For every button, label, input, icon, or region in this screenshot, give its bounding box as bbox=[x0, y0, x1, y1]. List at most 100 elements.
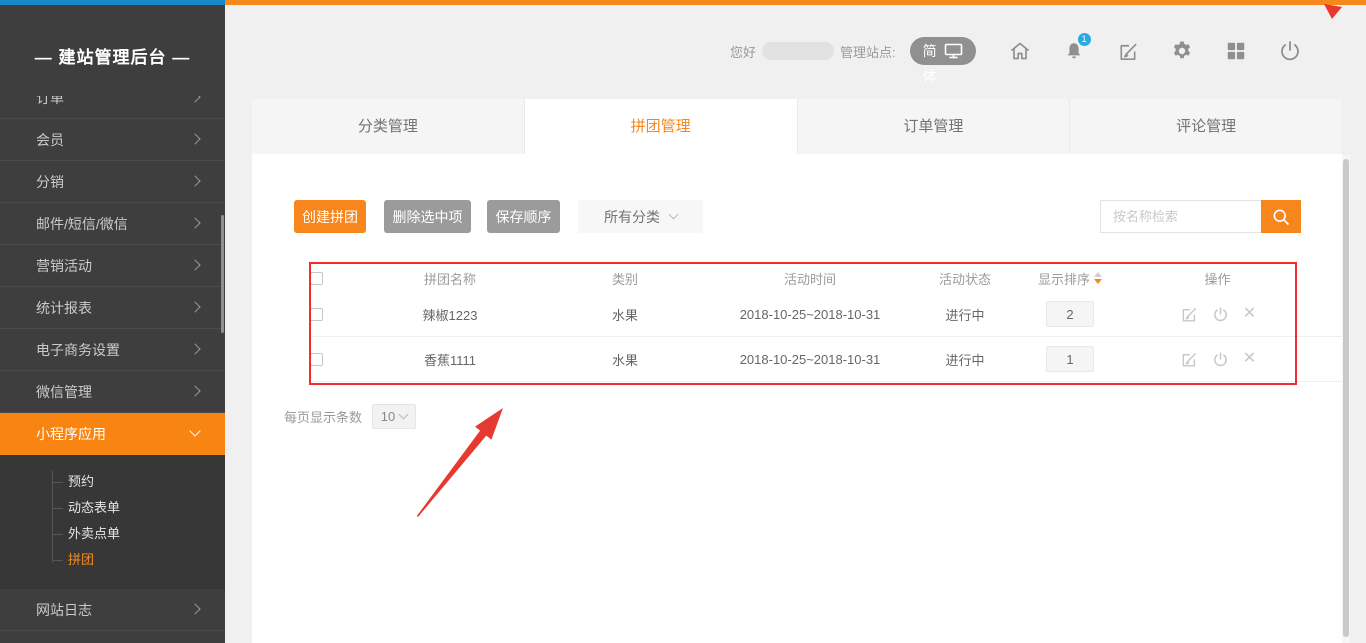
disable-power-icon[interactable] bbox=[1212, 306, 1229, 323]
sidebar-item-ecommerce-settings[interactable]: 电子商务设置 bbox=[0, 329, 225, 371]
page-size-control: 每页显示条数 10 bbox=[284, 404, 416, 429]
sidebar-scrollbar[interactable] bbox=[221, 215, 224, 333]
power-logout-icon[interactable] bbox=[1278, 39, 1302, 63]
table-header-row: 拼团名称 类别 活动时间 活动状态 显示排序 操作 bbox=[310, 264, 1342, 292]
search-input[interactable] bbox=[1100, 200, 1261, 233]
chevron-down-icon bbox=[669, 210, 679, 220]
row-checkbox[interactable] bbox=[310, 353, 323, 366]
tab-category-management[interactable]: 分类管理 bbox=[252, 99, 525, 154]
sort-desc-icon bbox=[1094, 279, 1102, 284]
notification-badge: 1 bbox=[1078, 33, 1091, 46]
settings-gear-icon[interactable] bbox=[1170, 39, 1194, 63]
order-input[interactable] bbox=[1046, 346, 1094, 372]
row-checkbox[interactable] bbox=[310, 308, 323, 321]
cell-category: 水果 bbox=[550, 350, 700, 369]
chevron-right-icon bbox=[189, 133, 200, 144]
delete-selected-button[interactable]: 删除选中项 bbox=[384, 200, 471, 233]
chevron-right-icon bbox=[189, 343, 200, 354]
tab-group-buy-management[interactable]: 拼团管理 bbox=[525, 99, 798, 154]
cell-category: 水果 bbox=[550, 305, 700, 324]
notification-bell-icon[interactable]: 1 bbox=[1062, 39, 1086, 63]
sidebar-item-wechat-management[interactable]: 微信管理 bbox=[0, 371, 225, 413]
page-size-select[interactable]: 10 bbox=[372, 404, 416, 429]
tab-bar: 分类管理 拼团管理 订单管理 评论管理 bbox=[252, 99, 1342, 154]
header: 您好 管理站点: 简 体 1 bbox=[730, 28, 1302, 74]
search-button[interactable] bbox=[1261, 200, 1301, 233]
sidebar-item-distribution[interactable]: 分销 bbox=[0, 161, 225, 203]
submenu-item-takeout[interactable]: 外卖点单 bbox=[0, 521, 225, 547]
sidebar-item-members[interactable]: 会员 bbox=[0, 119, 225, 161]
column-header-name: 拼团名称 bbox=[350, 269, 550, 288]
category-filter-label: 所有分类 bbox=[604, 207, 660, 227]
topbar-orange-strip bbox=[225, 0, 1366, 5]
sidebar-item-mail-sms-wechat[interactable]: 邮件/短信/微信 bbox=[0, 203, 225, 245]
sidebar-item-miniprogram-apps[interactable]: 小程序应用 bbox=[0, 413, 225, 455]
greeting-text: 您好 bbox=[730, 42, 756, 61]
cell-name: 香蕉1111 bbox=[350, 350, 550, 369]
sort-asc-icon bbox=[1094, 272, 1102, 277]
red-cursor-marker bbox=[1322, 2, 1344, 22]
search-icon bbox=[1271, 207, 1291, 227]
cell-status: 进行中 bbox=[920, 305, 1010, 324]
order-input[interactable] bbox=[1046, 301, 1094, 327]
save-order-button[interactable]: 保存顺序 bbox=[487, 200, 560, 233]
chevron-right-icon bbox=[189, 385, 200, 396]
language-char: 简 bbox=[923, 41, 937, 61]
table-row: 香蕉1111 水果 2018-10-25~2018-10-31 进行中 ✕ bbox=[310, 337, 1342, 382]
header-icons: 1 bbox=[1008, 39, 1302, 63]
delete-x-icon[interactable]: ✕ bbox=[1243, 351, 1256, 367]
select-all-checkbox[interactable] bbox=[310, 272, 323, 285]
chevron-right-icon bbox=[189, 175, 200, 186]
column-header-category: 类别 bbox=[550, 269, 700, 288]
category-filter-dropdown[interactable]: 所有分类 bbox=[578, 200, 703, 233]
content-scrollbar[interactable] bbox=[1342, 155, 1350, 643]
cell-time: 2018-10-25~2018-10-31 bbox=[700, 352, 920, 367]
page-size-label: 每页显示条数 bbox=[284, 407, 362, 426]
group-buy-table: 拼团名称 类别 活动时间 活动状态 显示排序 操作 辣椒1223 水果 2018… bbox=[310, 264, 1342, 382]
language-wrap-char: 体 bbox=[923, 66, 937, 86]
column-header-ops: 操作 bbox=[1130, 269, 1305, 288]
create-group-buy-button[interactable]: 创建拼团 bbox=[294, 200, 366, 233]
sort-control[interactable] bbox=[1094, 272, 1102, 284]
chevron-down-icon bbox=[189, 425, 200, 436]
monitor-icon bbox=[944, 43, 963, 59]
cell-time: 2018-10-25~2018-10-31 bbox=[700, 307, 920, 322]
sidebar-item-marketing[interactable]: 营销活动 bbox=[0, 245, 225, 287]
sidebar-item-statistics[interactable]: 统计报表 bbox=[0, 287, 225, 329]
edit-icon[interactable] bbox=[1179, 305, 1198, 324]
cell-status: 进行中 bbox=[920, 350, 1010, 369]
edit-icon[interactable] bbox=[1116, 39, 1140, 63]
sidebar-submenu: 预约 动态表单 外卖点单 拼团 bbox=[0, 455, 225, 589]
apps-grid-icon[interactable] bbox=[1224, 39, 1248, 63]
sidebar: — 建站管理后台 — 订单 会员 分销 邮件/短信/微信 营销活动 统计报表 电… bbox=[0, 5, 225, 643]
chevron-right-icon bbox=[189, 96, 200, 103]
content-scrollbar-thumb[interactable] bbox=[1343, 159, 1349, 637]
edit-icon[interactable] bbox=[1179, 350, 1198, 369]
sidebar-item-orders[interactable]: 订单 bbox=[0, 96, 225, 119]
sidebar-item-site-logs[interactable]: 网站日志 bbox=[0, 589, 225, 631]
site-label: 管理站点: bbox=[840, 42, 896, 61]
page-size-value: 10 bbox=[381, 409, 395, 424]
submenu-item-group-buy[interactable]: 拼团 bbox=[0, 547, 225, 573]
tab-comment-management[interactable]: 评论管理 bbox=[1070, 99, 1342, 154]
chevron-right-icon bbox=[189, 301, 200, 312]
page: — 建站管理后台 — 订单 会员 分销 邮件/短信/微信 营销活动 统计报表 电… bbox=[0, 0, 1366, 643]
delete-x-icon[interactable]: ✕ bbox=[1243, 306, 1256, 322]
disable-power-icon[interactable] bbox=[1212, 351, 1229, 368]
submenu-item-dynamic-form[interactable]: 动态表单 bbox=[0, 495, 225, 521]
submenu-item-booking[interactable]: 预约 bbox=[0, 469, 225, 495]
chevron-down-icon bbox=[399, 410, 409, 420]
column-header-order: 显示排序 bbox=[1038, 269, 1090, 288]
chevron-right-icon bbox=[189, 259, 200, 270]
chevron-right-icon bbox=[189, 217, 200, 228]
language-toggle[interactable]: 简 体 bbox=[910, 37, 976, 65]
sidebar-menu: 订单 会员 分销 邮件/短信/微信 营销活动 统计报表 电子商务设置 微信管理 … bbox=[0, 96, 225, 631]
tab-order-management[interactable]: 订单管理 bbox=[798, 99, 1071, 154]
username-redacted bbox=[762, 42, 834, 60]
column-header-time: 活动时间 bbox=[700, 269, 920, 288]
chevron-right-icon bbox=[189, 603, 200, 614]
app-title: — 建站管理后台 — bbox=[0, 43, 225, 68]
column-header-status: 活动状态 bbox=[920, 269, 1010, 288]
cell-name: 辣椒1223 bbox=[350, 305, 550, 324]
home-icon[interactable] bbox=[1008, 39, 1032, 63]
